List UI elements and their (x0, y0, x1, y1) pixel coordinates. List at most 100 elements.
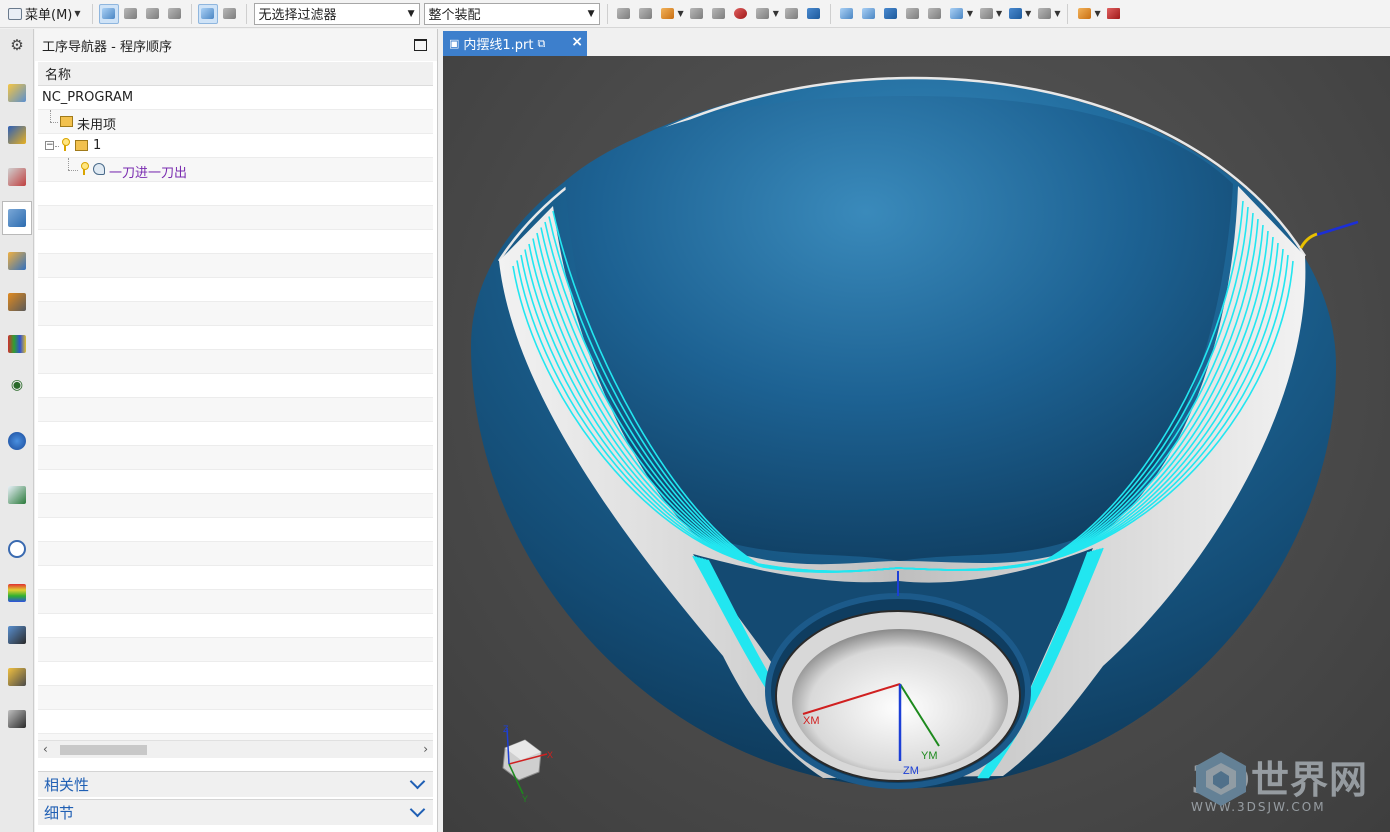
watermark-logo (1196, 752, 1247, 806)
curve-icon (690, 8, 704, 19)
visualization-tab[interactable]: ◉ (5, 373, 29, 397)
status-key-icon (80, 162, 89, 176)
fit-icon (840, 8, 854, 19)
empty-row (38, 230, 433, 254)
rectangle-select-button[interactable] (753, 4, 773, 24)
details-section[interactable]: 细节 (38, 799, 433, 825)
history-tab[interactable] (5, 537, 29, 561)
triad-z-label: Z (503, 724, 509, 734)
pin-icon[interactable]: ⧉ (538, 37, 546, 51)
empty-row (38, 206, 433, 230)
selection-filter-select[interactable]: 无选择过滤器 ▼ (253, 2, 420, 25)
part-navigator-tab[interactable] (5, 165, 29, 189)
point-snap-button[interactable] (658, 4, 678, 24)
machine-tool-view-button[interactable] (121, 4, 141, 24)
web-browser-tab[interactable] (5, 483, 29, 507)
verify-toolpath-button[interactable] (220, 4, 240, 24)
operation-navigator-tab[interactable] (2, 201, 32, 235)
empty-row (38, 350, 433, 374)
empty-row (38, 182, 433, 206)
empty-row (38, 326, 433, 350)
zoom-icon (862, 8, 876, 19)
close-icon[interactable]: × (571, 34, 583, 50)
body-select-button[interactable] (782, 4, 802, 24)
wcs-button[interactable] (1074, 4, 1094, 24)
geometry-view-button[interactable] (143, 4, 163, 24)
triad-x-label: X (547, 750, 553, 760)
view-orient-button[interactable] (947, 4, 967, 24)
zoom-button[interactable] (859, 4, 879, 24)
generate-toolpath-button[interactable] (197, 3, 218, 24)
scrollbar-thumb[interactable] (60, 745, 147, 755)
watermark: 3D世界网 WWW.3DSJW.COM (1191, 749, 1368, 814)
measure-icon (1107, 8, 1121, 19)
method-view-button[interactable] (165, 4, 185, 24)
main-toolbar: 菜单(M) ▼ 无选择过滤器 ▼ 整个装配 ▼ ▼ ▼ ▼ ▼ ▼ ▼ ▼ (0, 0, 1390, 28)
tree-row-operation[interactable]: 一刀进一刀出 (38, 158, 433, 182)
chevron-down-icon: ▼ (1094, 9, 1101, 18)
ym-label: YM (921, 750, 938, 762)
part-tab[interactable]: ▣ 内摆线1.prt ⧉ × (443, 31, 587, 56)
layout-button[interactable] (925, 4, 945, 24)
reuse-library-tab[interactable] (5, 332, 29, 356)
visibility-icon (1037, 8, 1051, 19)
snap-end-button[interactable] (636, 4, 656, 24)
system-materials-tab[interactable] (5, 581, 29, 605)
machine-navigator-tab[interactable] (5, 249, 29, 273)
empty-row (38, 446, 433, 470)
edge-snap-button[interactable] (709, 4, 729, 24)
constraint-navigator-icon (8, 126, 26, 144)
operation-navigator-icon (8, 209, 26, 227)
folder-icon (75, 140, 88, 151)
point-icon (661, 8, 675, 19)
tree-row-program-1[interactable]: − 1 (38, 134, 433, 158)
tree-row-nc-program[interactable]: NC_PROGRAM (38, 86, 433, 110)
graphics-window[interactable]: XM YM ZM X Y Z 3D世界网 WWW.3DSJW.COM (443, 56, 1390, 832)
assembly-scope-select[interactable]: 整个装配 ▼ (423, 2, 600, 25)
method-view-icon (168, 8, 182, 19)
program-order-view-button[interactable] (98, 3, 119, 24)
column-header-name[interactable]: 名称 (38, 62, 433, 86)
resource-bar-settings[interactable]: ⚙ (5, 33, 29, 57)
visibility-button[interactable] (1034, 4, 1054, 24)
folder-icon (60, 116, 73, 127)
empty-row (38, 542, 433, 566)
maximize-icon[interactable] (414, 39, 427, 51)
machining-feature-icon (8, 293, 26, 311)
shaded-cube-icon (1008, 8, 1022, 19)
tree-connector (50, 110, 51, 122)
select-all-button[interactable] (731, 4, 751, 24)
chevron-right-icon[interactable]: › (423, 742, 428, 756)
palette-tab[interactable] (5, 707, 29, 731)
measure-button[interactable] (1104, 4, 1124, 24)
toolbar-separator (829, 3, 831, 24)
collapse-icon[interactable]: − (45, 141, 54, 150)
horizontal-scrollbar[interactable]: ‹ › (38, 740, 433, 758)
constraint-navigator-tab[interactable] (5, 123, 29, 147)
chevron-left-icon[interactable]: ‹ (43, 742, 48, 756)
information-tab[interactable] (5, 429, 29, 453)
curve-snap-button[interactable] (687, 4, 707, 24)
operation-navigator: 工序导航器 - 程序顺序 名称 NC_PROGRAM 未用项 − 1 一刀进一刀… (35, 29, 438, 832)
rotate-button[interactable] (881, 4, 901, 24)
solid-select-button[interactable] (804, 4, 824, 24)
tree-row-unused-items[interactable]: 未用项 (38, 110, 433, 134)
empty-row (38, 278, 433, 302)
empty-row (38, 566, 433, 590)
assembly-navigator-tab[interactable] (5, 81, 29, 105)
info-icon (8, 432, 26, 450)
menu-button[interactable]: 菜单(M) ▼ (4, 2, 87, 26)
render-style-button[interactable] (976, 4, 996, 24)
roles-tab[interactable] (5, 665, 29, 689)
process-studio-tab[interactable] (5, 623, 29, 647)
tree-connector (55, 146, 59, 147)
snap-point-button[interactable] (614, 4, 634, 24)
shaded-button[interactable] (1005, 4, 1025, 24)
navigator-title: 工序导航器 - 程序顺序 (42, 39, 172, 55)
chevron-down-icon: ▼ (996, 9, 1003, 18)
snap-icon (617, 8, 631, 19)
dependencies-section[interactable]: 相关性 (38, 771, 433, 797)
fit-button[interactable] (837, 4, 857, 24)
pan-button[interactable] (903, 4, 923, 24)
machining-feature-navigator-tab[interactable] (5, 290, 29, 314)
